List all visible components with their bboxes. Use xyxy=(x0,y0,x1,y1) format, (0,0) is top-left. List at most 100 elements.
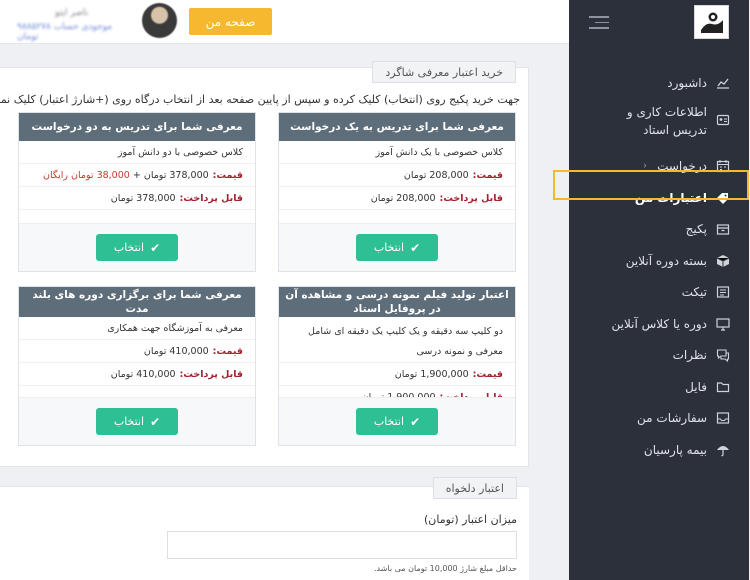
select-button-label: انتخاب xyxy=(114,415,146,428)
sidebar-item-label: اعتبارات من xyxy=(635,190,708,205)
price-label: قیمت: xyxy=(213,169,244,181)
sidebar-item-my-orders[interactable]: سفارشات من xyxy=(570,403,750,435)
sidebar-item-label: درخواست xyxy=(658,159,708,174)
payable-value: 208,000 تومان xyxy=(371,192,437,204)
card-description: دو کلیپ سه دقیقه و یک کلیپ یک دقیقه ای ش… xyxy=(280,317,516,363)
monitor-icon xyxy=(716,316,732,332)
select-button-label: انتخاب xyxy=(374,241,406,254)
credit-card-two-requests: معرفی شما برای تدریس به دو درخواست کلاس … xyxy=(19,112,257,272)
sidebar-item-dashboard[interactable]: داشبورد xyxy=(570,67,750,99)
price-label: قیمت: xyxy=(473,169,504,181)
comments-icon xyxy=(716,347,732,363)
logo-icon xyxy=(699,9,726,35)
card-price-row: قیمت: 1,900,000 تومان xyxy=(280,363,516,386)
price-label: قیمت: xyxy=(473,368,504,380)
payable-label: قابل پرداخت: xyxy=(180,192,244,204)
credit-card-long-term-course: معرفی شما برای برگزاری دوره های بلند مدت… xyxy=(19,286,257,446)
user-balance: موجودی حساب ۹۸۸۵۲۷۸ تومان xyxy=(18,22,114,42)
sidebar-item-teacher-info[interactable]: اطلاعات کاری و تدریس استاد xyxy=(570,99,750,151)
select-button[interactable]: ✔ انتخاب xyxy=(97,234,179,261)
sidebar-item-label: دوره یا کلاس آنلاین xyxy=(612,316,709,331)
card-description: کلاس خصوصی با یک دانش آموز xyxy=(280,141,516,164)
card-footer: ✔ انتخاب xyxy=(280,397,516,445)
cube-icon xyxy=(716,253,732,269)
folder-icon xyxy=(716,379,732,395)
sidebar-menu: داشبورد اطلاعات کاری و تدریس استاد درخوا… xyxy=(570,67,750,466)
card-price-row: قیمت: 378,000 تومان + 38,000 تومان رایگان xyxy=(20,164,256,187)
price-value: 410,000 تومان xyxy=(144,345,210,357)
payable-label: قابل پرداخت: xyxy=(440,192,504,204)
card-title: اعتبار تولید فیلم نمونه درسی و مشاهده آن… xyxy=(280,287,516,317)
card-title: معرفی شما برای تدریس به یک درخواست xyxy=(280,113,516,141)
sidebar-header xyxy=(570,0,750,44)
card-title: معرفی شما برای برگزاری دوره های بلند مدت xyxy=(20,287,256,317)
sidebar-item-label: سفارشات من xyxy=(638,411,708,426)
credit-card-video-production: اعتبار تولید فیلم نمونه درسی و مشاهده آن… xyxy=(279,286,517,446)
menu-toggle-icon[interactable] xyxy=(590,16,610,30)
card-title: معرفی شما برای تدریس به دو درخواست xyxy=(20,113,256,141)
credit-card-one-request: معرفی شما برای تدریس به یک درخواست کلاس … xyxy=(279,112,517,272)
sidebar-item-label: بسته دوره آنلاین xyxy=(626,253,708,268)
check-icon: ✔ xyxy=(411,240,422,255)
custom-credit-panel: اعتبار دلخواه میزان اعتبار (تومان) حداقل… xyxy=(0,477,530,580)
id-card-icon xyxy=(716,112,732,128)
calendar-icon xyxy=(716,158,732,174)
minimum-charge-note: حداقل مبلغ شارژ 10,000 تومان می باشد. xyxy=(374,564,518,573)
sidebar-item-online-class[interactable]: دوره یا کلاس آنلاین xyxy=(570,308,750,340)
custom-credit-tab[interactable]: اعتبار دلخواه xyxy=(433,477,518,499)
sidebar-item-label: بیمه پارسیان xyxy=(644,442,708,457)
select-button[interactable]: ✔ انتخاب xyxy=(357,408,439,435)
amount-input[interactable] xyxy=(168,531,518,559)
payable-label: قابل پرداخت: xyxy=(180,368,244,380)
user-name: ناصر اپتو xyxy=(56,8,90,18)
payable-value: 378,000 تومان xyxy=(111,192,177,204)
topbar: صفحه من ناصر اپتو موجودی حساب ۹۸۸۵۲۷۸ تو… xyxy=(0,0,570,44)
sidebar-item-my-credits[interactable]: اعتبارات من xyxy=(570,182,750,214)
price-label: قیمت: xyxy=(213,345,244,357)
payable-value: 410,000 تومان xyxy=(111,368,177,380)
avatar[interactable] xyxy=(143,3,178,38)
tags-icon xyxy=(716,190,732,206)
logo[interactable] xyxy=(695,5,730,39)
sidebar-item-package[interactable]: پکیج xyxy=(570,214,750,246)
price-value: 378,000 تومان + xyxy=(133,169,210,181)
check-icon: ✔ xyxy=(411,414,422,429)
card-payable-row: قابل پرداخت: 410,000 تومان xyxy=(20,363,256,386)
sidebar-item-comments[interactable]: نظرات xyxy=(570,340,750,372)
ticket-icon xyxy=(716,284,732,300)
select-button[interactable]: ✔ انتخاب xyxy=(97,408,179,435)
select-button-label: انتخاب xyxy=(374,415,406,428)
purchase-credit-panel: خرید اعتبار معرفی شاگرد جهت خرید پکیج رو… xyxy=(0,61,530,467)
free-bonus-value: 38,000 تومان رایگان xyxy=(44,169,131,181)
price-value: 208,000 تومان xyxy=(404,169,470,181)
sidebar-item-label: تیکت xyxy=(682,285,708,300)
purchase-instruction: جهت خرید پکیج روی (انتخاب) کلیک کرده و س… xyxy=(0,93,521,106)
sidebar-item-parsian-insurance[interactable]: بیمه پارسیان xyxy=(570,434,750,466)
sidebar-item-request[interactable]: درخواست ‹ xyxy=(570,151,750,183)
amount-label: میزان اعتبار (تومان) xyxy=(425,513,518,526)
chevron-left-icon: ‹ xyxy=(644,160,648,172)
umbrella-icon xyxy=(716,442,732,458)
sidebar-item-label: داشبورد xyxy=(668,75,708,90)
sidebar-item-online-course-package[interactable]: بسته دوره آنلاین xyxy=(570,245,750,277)
select-button[interactable]: ✔ انتخاب xyxy=(357,234,439,261)
select-button-label: انتخاب xyxy=(114,241,146,254)
my-page-button[interactable]: صفحه من xyxy=(190,8,273,35)
card-footer: ✔ انتخاب xyxy=(20,397,256,445)
card-price-row: قیمت: 410,000 تومان xyxy=(20,340,256,363)
card-description: کلاس خصوصی با دو دانش آموز xyxy=(20,141,256,164)
inbox-icon xyxy=(716,410,732,426)
check-icon: ✔ xyxy=(151,240,162,255)
sidebar-item-file[interactable]: فایل xyxy=(570,371,750,403)
card-payable-row: قابل پرداخت: 378,000 تومان xyxy=(20,187,256,210)
card-footer: ✔ انتخاب xyxy=(20,223,256,271)
sidebar-item-ticket[interactable]: تیکت xyxy=(570,277,750,309)
package-icon xyxy=(716,221,732,237)
price-value: 1,900,000 تومان xyxy=(395,368,470,380)
check-icon: ✔ xyxy=(151,414,162,429)
dashboard-icon xyxy=(716,75,732,91)
purchase-credit-tab[interactable]: خرید اعتبار معرفی شاگرد xyxy=(373,61,517,83)
sidebar-item-label: فایل xyxy=(686,379,708,394)
card-price-row: قیمت: 208,000 تومان xyxy=(280,164,516,187)
sidebar-item-label: نظرات xyxy=(673,348,708,363)
